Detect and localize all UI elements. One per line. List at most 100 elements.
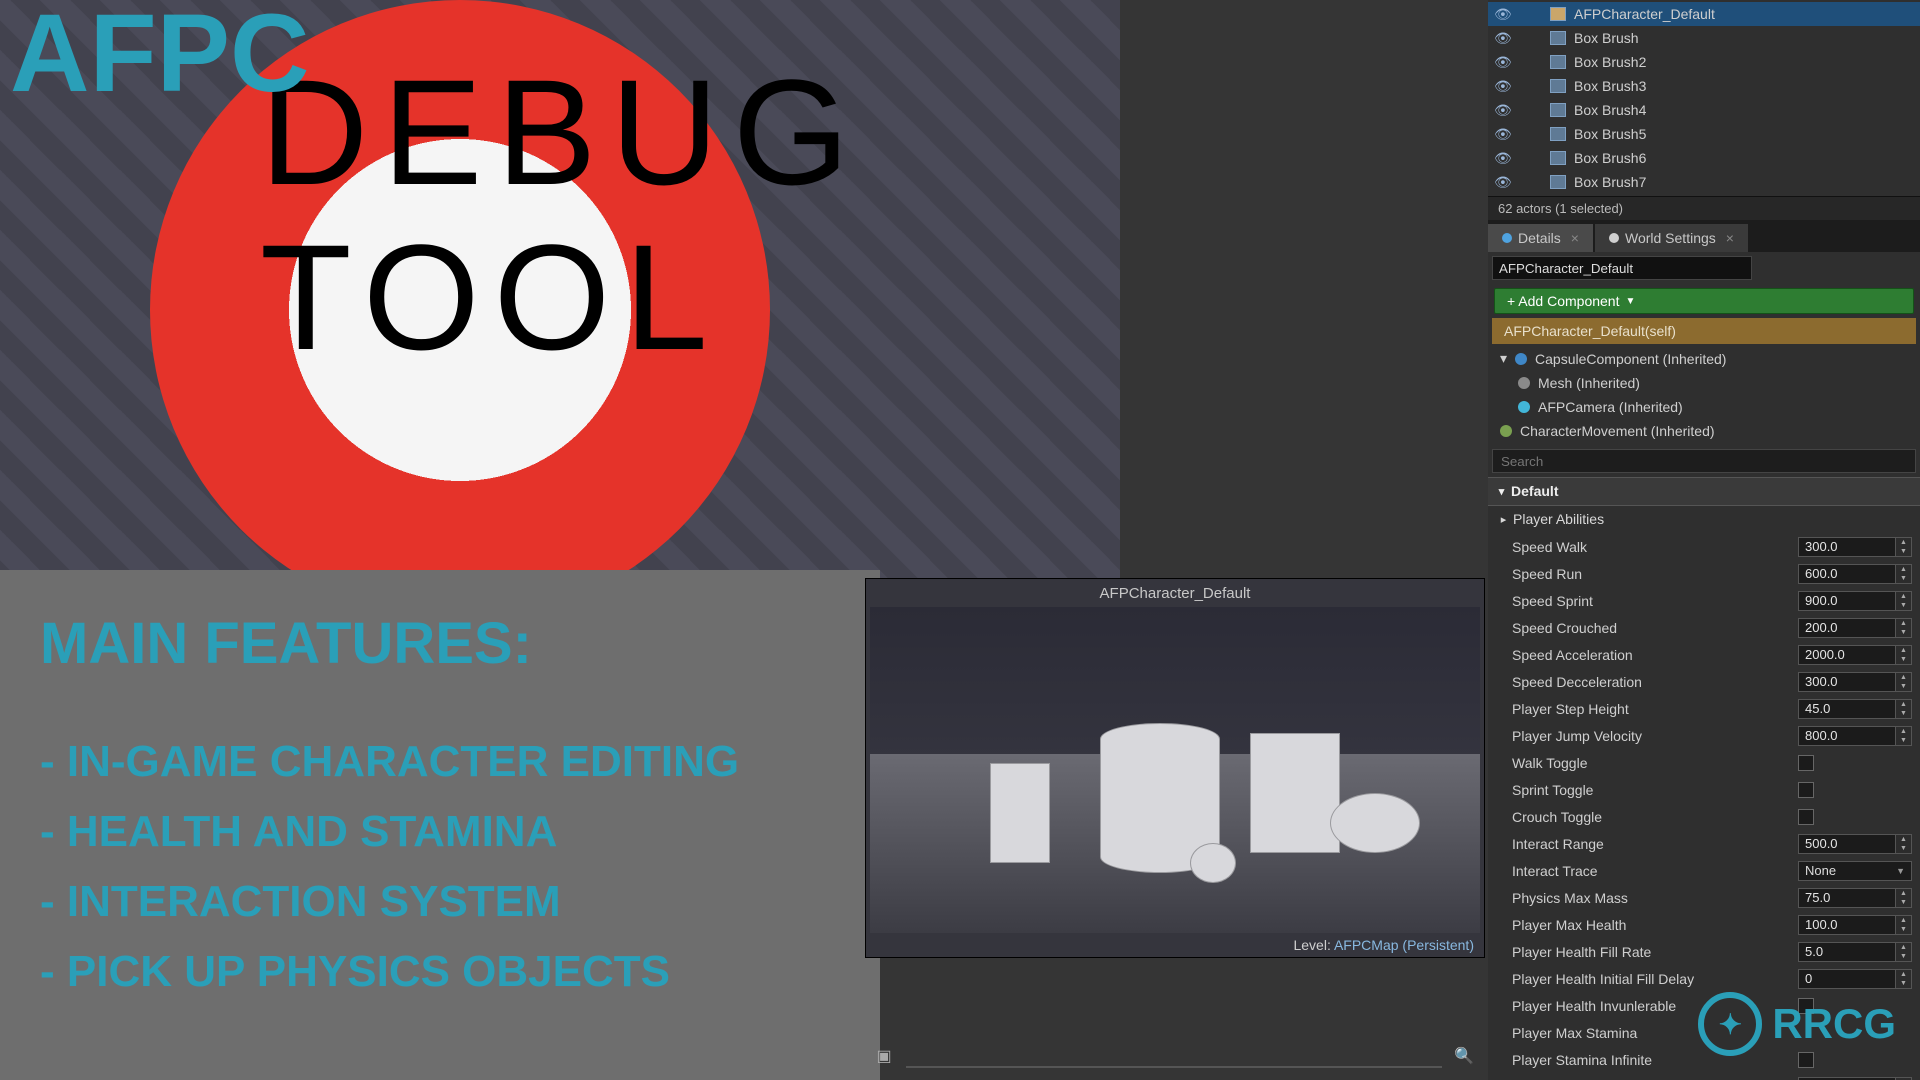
component-label: CharacterMovement (Inherited) [1520,423,1912,439]
number-input[interactable]: 300.0 [1798,537,1896,557]
property-label: Crouch Toggle [1512,809,1798,825]
property-label: Speed Walk [1512,539,1798,555]
component-item[interactable]: Mesh (Inherited) [1492,371,1916,395]
prompt-icon[interactable]: ▣ [872,1044,896,1068]
component-icon [1518,401,1530,413]
outliner-row[interactable]: 👁Box Brush4 [1488,98,1920,122]
chevron-down-icon: ▾ [1499,485,1505,499]
outliner-label: AFPCharacter_Default [1574,6,1715,22]
spinner[interactable]: ▲▼ [1896,618,1912,638]
number-input[interactable]: 800.0 [1798,726,1896,746]
preview-scene[interactable] [870,607,1480,933]
spinner[interactable]: ▲▼ [1896,591,1912,611]
dropdown[interactable]: None▼ [1798,861,1912,881]
component-item[interactable]: AFPCamera (Inherited) [1492,395,1916,419]
outliner-row[interactable]: 👁Box Brush7 [1488,170,1920,194]
number-input[interactable]: 500.0 [1798,834,1896,854]
spinner[interactable]: ▲▼ [1896,915,1912,935]
eye-icon[interactable]: 👁 [1494,6,1512,23]
spinner[interactable]: ▲▼ [1896,672,1912,692]
spinner[interactable]: ▲▼ [1896,645,1912,665]
right-panel: 👁AFPCharacter_Default👁Box Brush👁Box Brus… [1488,0,1920,1080]
component-icon [1500,425,1512,437]
close-icon[interactable]: × [1726,230,1734,246]
eye-icon[interactable]: 👁 [1494,30,1512,47]
actor-name-input[interactable] [1492,256,1752,280]
outliner-row[interactable]: 👁Box Brush2 [1488,50,1920,74]
actor-icon [1550,151,1566,165]
feature-item: - INTERACTION SYSTEM [40,877,840,927]
chevron-down-icon: ▾ [1500,350,1507,367]
world-outliner[interactable]: 👁AFPCharacter_Default👁Box Brush👁Box Brus… [1488,0,1920,197]
eye-icon[interactable]: 👁 [1494,174,1512,191]
spinner[interactable]: ▲▼ [1896,942,1912,962]
category-default[interactable]: ▾Default [1488,477,1920,506]
viewport[interactable]: DEBUG TOOL AFPC MAIN FEATURES: - IN-GAME… [0,0,1488,1080]
component-root[interactable]: AFPCharacter_Default(self) [1492,318,1916,344]
spinner[interactable]: ▲▼ [1896,699,1912,719]
asset-preview[interactable]: AFPCharacter_Default Level: AFPCMap (Per… [865,578,1485,958]
tab-world-settings[interactable]: World Settings × [1595,224,1748,252]
title-afpc: AFPC [10,0,309,117]
number-input[interactable]: 5.0 [1798,942,1896,962]
number-input[interactable]: 0 [1798,969,1896,989]
property-label: Speed Crouched [1512,620,1798,636]
feature-item: - PICK UP PHYSICS OBJECTS [40,947,840,997]
outliner-row[interactable]: 👁Box Brush6 [1488,146,1920,170]
component-item[interactable]: CharacterMovement (Inherited) [1492,419,1916,443]
eye-icon[interactable]: 👁 [1494,78,1512,95]
command-input[interactable] [906,1044,1442,1068]
eye-icon[interactable]: 👁 [1494,102,1512,119]
number-input[interactable]: 600.0 [1798,564,1896,584]
actor-icon [1550,103,1566,117]
property-row: Crouch Toggle [1488,803,1920,830]
property-label: Physics Max Mass [1512,890,1798,906]
outliner-status: 62 actors (1 selected) [1488,197,1920,220]
number-input[interactable]: 2000.0 [1798,645,1896,665]
details-icon [1502,233,1512,243]
close-icon[interactable]: × [1571,230,1579,246]
component-label: AFPCamera (Inherited) [1538,399,1912,415]
number-input[interactable]: 5.0 [1798,1077,1896,1080]
outliner-row[interactable]: 👁 Box Brush5 [1488,122,1920,146]
spinner[interactable]: ▲▼ [1896,969,1912,989]
eye-icon[interactable]: 👁 [1494,150,1512,167]
property-label: Walk Toggle [1512,755,1798,771]
outliner-row[interactable]: 👁 AFPCharacter_Default [1488,2,1920,26]
number-input[interactable]: 45.0 [1798,699,1896,719]
search-icon[interactable]: 🔍 [1452,1044,1476,1068]
checkbox[interactable] [1798,809,1814,825]
add-component-button[interactable]: + Add Component▼ [1494,288,1914,314]
outliner-label: Box Brush5 [1574,126,1646,142]
box2-shape [1250,733,1340,853]
spinner[interactable]: ▲▼ [1896,537,1912,557]
component-item[interactable]: ▾ CapsuleComponent (Inherited) [1492,346,1916,371]
tab-details[interactable]: Details × [1488,224,1593,252]
chevron-down-icon: ▼ [1625,296,1635,307]
spinner[interactable]: ▲▼ [1896,834,1912,854]
number-input[interactable]: 75.0 [1798,888,1896,908]
property-row: Speed Acceleration2000.0▲▼ [1488,641,1920,668]
outliner-row[interactable]: 👁Box Brush3 [1488,74,1920,98]
eye-icon[interactable]: 👁 [1494,54,1512,71]
property-row: Sprint Toggle [1488,776,1920,803]
number-input[interactable]: 100.0 [1798,915,1896,935]
eye-icon[interactable]: 👁 [1494,126,1512,143]
checkbox[interactable] [1798,782,1814,798]
category-player-abilities[interactable]: ▸Player Abilities [1488,506,1920,533]
outliner-row[interactable]: 👁Box Brush [1488,26,1920,50]
chevron-down-icon: ▼ [1896,866,1905,876]
number-input[interactable]: 300.0 [1798,672,1896,692]
spinner[interactable]: ▲▼ [1896,1077,1912,1080]
actor-icon [1550,7,1566,21]
spinner[interactable]: ▲▼ [1896,888,1912,908]
search-input[interactable] [1492,449,1916,473]
actor-icon [1550,55,1566,69]
component-tree[interactable]: ▾ CapsuleComponent (Inherited) Mesh (Inher… [1488,344,1920,445]
spinner[interactable]: ▲▼ [1896,564,1912,584]
checkbox[interactable] [1798,755,1814,771]
component-label: CapsuleComponent (Inherited) [1535,351,1912,367]
spinner[interactable]: ▲▼ [1896,726,1912,746]
number-input[interactable]: 900.0 [1798,591,1896,611]
number-input[interactable]: 200.0 [1798,618,1896,638]
